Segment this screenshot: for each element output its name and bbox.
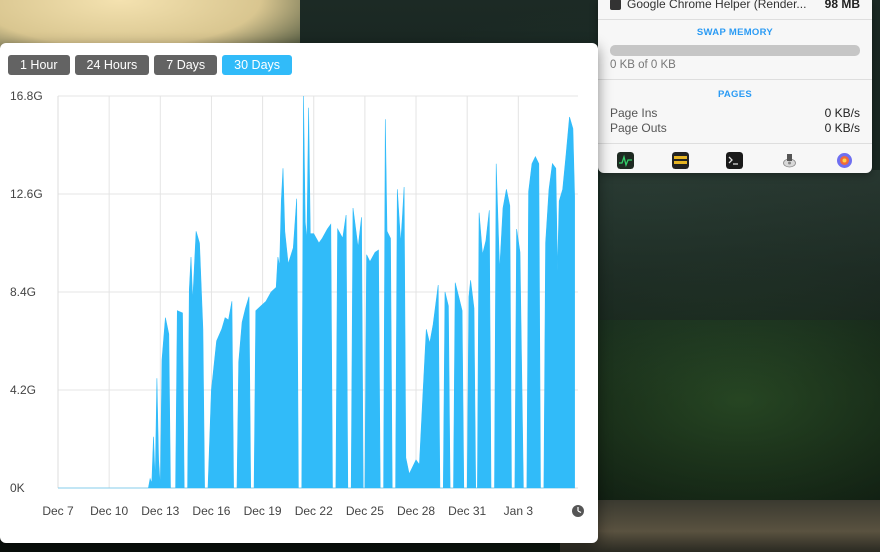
system-preferences-icon[interactable] [836,152,853,169]
y-tick-label: 12.6G [10,187,43,201]
x-tick-label: Dec 16 [192,504,230,518]
page-outs-row: Page Outs 0 KB/s [610,121,860,135]
page-ins-label: Page Ins [610,106,658,120]
memory-details-panel: Google Chrome Helper (Render... 98 MB SW… [598,0,872,173]
clock-icon[interactable] [572,505,584,517]
wallpaper-ground [560,500,880,552]
page-outs-value: 0 KB/s [824,121,860,135]
x-tick-label: Dec 28 [397,504,435,518]
console-icon[interactable] [671,151,689,169]
page-ins-row: Page Ins 0 KB/s [610,106,860,120]
app-shortcut-toolbar [598,148,872,172]
activity-monitor-icon[interactable] [616,151,634,169]
divider [598,143,872,144]
swap-usage-bar [610,45,860,56]
terminal-icon[interactable] [726,151,744,169]
x-tick-label: Dec 7 [42,504,74,518]
swap-usage-text: 0 KB of 0 KB [610,59,676,71]
page-ins-value: 0 KB/s [824,106,860,120]
divider [598,79,872,80]
y-tick-label: 4.2G [10,383,36,397]
memory-history-window: 1 Hour 24 Hours 7 Days 30 Days 16.8G 12.6… [0,43,598,543]
x-tick-label: Dec 10 [90,504,128,518]
x-axis-ticks: Dec 7 Dec 10 Dec 13 Dec 16 Dec 19 Dec 22 Dec 2… [42,504,533,518]
pages-heading: PAGES [717,89,753,100]
x-tick-label: Dec 19 [244,504,282,518]
chrome-helper-icon [610,0,621,10]
process-name: Google Chrome Helper (Render... [627,0,807,11]
wallpaper-mist [600,170,880,320]
page-outs-label: Page Outs [610,121,667,135]
memory-usage-chart: 16.8G12.6G8.4G4.2G0K Dec 7 Dec 10 Dec 13 De… [10,89,584,518]
x-tick-label: Dec 13 [141,504,179,518]
x-tick-label: Dec 31 [448,504,486,518]
y-tick-label: 8.4G [10,285,36,299]
process-memory-value: 98 MB [824,0,860,11]
x-tick-label: Jan 3 [504,504,534,518]
y-tick-label: 0K [10,481,25,495]
y-axis-ticks: 16.8G 12.6G 8.4G 4.2G 0K [10,89,43,495]
x-tick-label: Dec 25 [346,504,384,518]
divider [598,19,872,20]
swap-memory-heading: SWAP MEMORY [696,27,774,38]
y-tick-label: 16.8G [10,89,43,103]
process-row[interactable]: Google Chrome Helper (Render... 98 MB [610,0,860,12]
x-tick-label: Dec 22 [295,504,333,518]
disk-utility-icon[interactable] [781,152,798,169]
